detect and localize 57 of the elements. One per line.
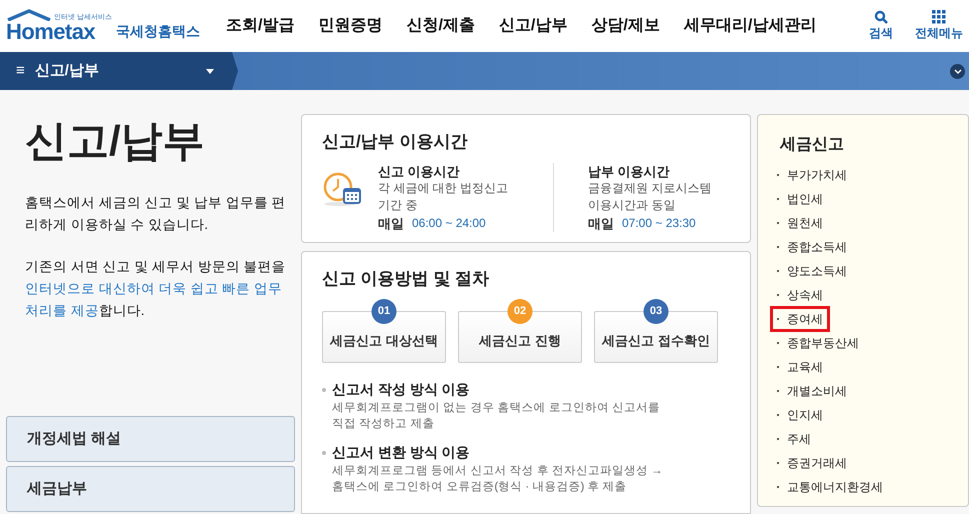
hours-time: 07:00 ~ 23:30 xyxy=(622,214,696,232)
method-description: 세무회계프로그램 등에서 신고서 작성 후 전자신고파일생성 → 홈택스에 로그인하여 오류검증(형식 · 내용검증) 후 제출 xyxy=(331,464,664,495)
all-menu-button[interactable]: 전체메뉴 xyxy=(915,10,963,42)
caret-icon xyxy=(206,68,214,74)
section-dropdown[interactable]: ≡ 신고/납부 xyxy=(0,52,238,90)
hours-day: 매일 xyxy=(588,214,614,232)
main-menu-link[interactable]: 민원증명 xyxy=(306,14,394,38)
tax-type-link[interactable]: 종합부동산세 xyxy=(770,330,866,356)
tax-type-link[interactable]: 인지세 xyxy=(770,402,830,428)
logo-korean-name: 국세청홈택스 xyxy=(116,22,200,41)
search-button[interactable]: 검색 xyxy=(869,10,893,42)
tax-type-link[interactable]: 법인세 xyxy=(770,186,830,212)
guide-link-button[interactable]: 세금납부 xyxy=(6,466,295,512)
step-number-badge: 02 xyxy=(508,299,532,324)
card-title: 신고 이용방법 및 절차 xyxy=(322,268,490,290)
tax-type-link[interactable]: 부가가치세 xyxy=(770,162,854,188)
method-title: 신고서 작성 방식 이용 xyxy=(332,380,470,399)
panel-title: 세금신고 xyxy=(780,135,846,155)
tax-type-link[interactable]: 종합소득세 xyxy=(770,234,854,260)
tax-type-link[interactable]: 양도소득세 xyxy=(770,258,854,284)
main-menu-link[interactable]: 세무대리/납세관리 xyxy=(672,14,828,38)
tax-type-link[interactable]: 원천세 xyxy=(770,210,830,236)
tax-type-link[interactable]: 개별소비세 xyxy=(770,378,854,404)
chevron-down-icon xyxy=(954,68,962,74)
tax-type-link[interactable]: 증여세 xyxy=(770,306,830,332)
page-title: 신고/납부 xyxy=(25,120,206,162)
hours-heading: 신고 이용시간 xyxy=(378,162,461,180)
hours-description: 금융결제원 지로시스템 이용시간과 동일 xyxy=(588,180,712,214)
tax-type-link[interactable]: 상속세 xyxy=(770,282,830,308)
card-title: 신고/납부 이용시간 xyxy=(322,131,468,153)
tax-type-link[interactable]: 주세 xyxy=(770,426,818,452)
step-number-badge: 01 xyxy=(372,299,396,324)
hours-description: 각 세금에 대한 법정신고 기간 중 xyxy=(378,180,508,214)
house-roof-icon xyxy=(6,9,52,21)
tax-type-link[interactable]: 교통에너지환경세 xyxy=(770,474,890,500)
grid-icon xyxy=(932,10,946,24)
hours-heading: 납부 이용시간 xyxy=(588,162,671,180)
main-menu-link[interactable]: 조회/발급 xyxy=(214,14,306,38)
method-description: 세무회계프로그램이 없는 경우 홈택스에 로그인하여 신고서를 직접 작성하고 제출 xyxy=(331,401,661,432)
tax-type-link[interactable]: 교육세 xyxy=(770,354,830,380)
menu-glyph: ≡ xyxy=(16,60,25,81)
main-menu-link[interactable]: 신청/제출 xyxy=(394,14,487,38)
main-menu-link[interactable]: 신고/납부 xyxy=(486,14,580,38)
tax-type-link[interactable]: 증권거래세 xyxy=(770,450,854,476)
logo-wordmark: Hometax xyxy=(6,21,96,43)
intro-paragraph: 홈택스에서 세금의 신고 및 납부 업무를 편리하게 이용하실 수 있습니다. xyxy=(25,194,287,234)
section-label: 신고/납부 xyxy=(34,60,99,81)
method-title: 신고서 변환 방식 이용 xyxy=(332,443,470,462)
step-number-badge: 03 xyxy=(644,299,668,324)
clock-calendar-icon xyxy=(322,170,364,206)
guide-link-button[interactable]: 개정세법 해설 xyxy=(6,416,295,462)
hours-day: 매일 xyxy=(378,214,404,232)
main-menu-link[interactable]: 상담/제보 xyxy=(579,14,672,38)
expand-button[interactable] xyxy=(950,64,965,78)
hours-time: 06:00 ~ 24:00 xyxy=(412,214,486,232)
intro-paragraph: 기존의 서면 신고 및 세무서 방문의 불편을 인터넷으로 대신하여 더욱 쉽고 빠른 업무처리를 제공합니다. xyxy=(25,258,287,320)
search-icon xyxy=(874,10,888,24)
